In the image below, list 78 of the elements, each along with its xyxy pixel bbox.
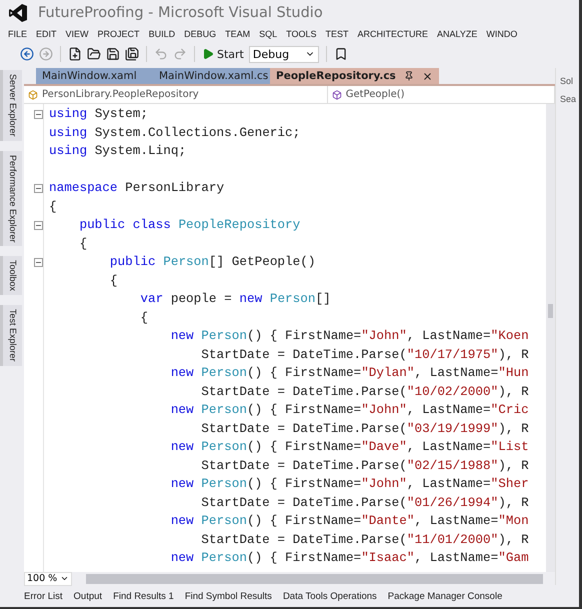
menu-item[interactable]: ARCHITECTURE xyxy=(358,29,428,39)
collapse-icon[interactable] xyxy=(34,258,43,267)
side-tab[interactable]: Toolbox xyxy=(0,256,22,296)
code-line: StartDate = DateTime.Parse("03/19/1999"), R xyxy=(200,420,529,438)
collapse-icon[interactable] xyxy=(34,220,43,230)
bottom-tab[interactable]: Output xyxy=(74,590,102,602)
menu-item[interactable]: PROJECT xyxy=(98,29,140,39)
menu-item[interactable]: EDIT xyxy=(36,29,57,39)
open-folder-icon[interactable] xyxy=(87,47,101,61)
code-line: { xyxy=(78,234,88,252)
menu-item[interactable]: TEAM xyxy=(225,29,250,39)
bottom-tab[interactable]: Find Results 1 xyxy=(113,590,174,602)
bottom-tab[interactable]: Data Tools Operations xyxy=(282,590,377,602)
save-icon[interactable] xyxy=(106,47,120,61)
menu-item[interactable]: SQL xyxy=(259,29,278,39)
back-icon[interactable] xyxy=(20,47,34,61)
menu-item[interactable]: WINDO xyxy=(486,29,518,39)
close-icon[interactable] xyxy=(422,70,433,82)
scroll-thumb[interactable] xyxy=(548,304,553,318)
zoom-dropdown[interactable]: 100 % xyxy=(24,572,72,586)
type-dropdown[interactable]: PersonLibrary.PeopleRepository xyxy=(24,86,328,103)
side-tab[interactable]: Performance Explorer xyxy=(0,150,22,246)
side-tab[interactable]: Test Explorer xyxy=(0,305,22,366)
document-tab[interactable]: PeopleRepository.cs xyxy=(270,68,439,84)
menu-item[interactable]: TOOLS xyxy=(286,29,316,39)
play-icon xyxy=(202,48,214,60)
panel-title: Sol xyxy=(560,76,574,86)
code-line: public class PeopleRepository xyxy=(78,216,302,234)
code-line: new Person() { FirstName="John", LastName="Koen xyxy=(170,327,529,345)
window-title: FutureProofing - Microsoft Visual Studio xyxy=(38,5,323,21)
code-line: new Person() { FirstName="John", LastName="Sher xyxy=(170,475,529,493)
code-line: new Person() { FirstName="Dave", LastName="List xyxy=(170,438,529,456)
document-tab[interactable]: MainWindow.xaml.cs xyxy=(153,68,270,84)
member-dropdown[interactable]: GetPeople() xyxy=(328,86,555,103)
code-line: { xyxy=(49,198,58,216)
menu-item[interactable]: VIEW xyxy=(66,29,89,39)
menu-item[interactable]: DEBUG xyxy=(184,29,216,39)
start-button[interactable]: Start xyxy=(202,48,244,60)
collapse-icon[interactable] xyxy=(34,184,43,193)
side-tab[interactable]: Server Explorer xyxy=(0,70,22,141)
code-line: var people = new Person[] xyxy=(139,290,332,308)
bottom-tab[interactable]: Error List xyxy=(24,590,63,602)
configuration-dropdown[interactable]: Debug xyxy=(248,46,319,62)
code-line: { xyxy=(139,308,149,326)
app-logo-icon xyxy=(8,3,28,23)
menu-item[interactable]: BUILD xyxy=(148,29,176,39)
new-file-icon[interactable] xyxy=(68,47,82,61)
search-field[interactable]: Sea xyxy=(560,94,579,104)
code-line: StartDate = DateTime.Parse("11/01/2000"), R xyxy=(200,530,529,548)
code-editor[interactable] xyxy=(24,104,546,572)
menu-item[interactable]: ANALYZE xyxy=(437,29,478,39)
code-line: using System.Linq; xyxy=(49,142,188,160)
code-line: StartDate = DateTime.Parse("02/15/1988"), R xyxy=(200,456,529,474)
code-line: using System; xyxy=(49,105,149,123)
bottom-tab[interactable]: Package Manager Console xyxy=(388,590,502,602)
code-line: new Person() { FirstName="John", LastName="Cric xyxy=(170,401,529,419)
horizontal-scrollbar[interactable] xyxy=(86,574,543,584)
code-line: public Person[] GetPeople() xyxy=(108,253,316,271)
caret-icon xyxy=(60,574,69,583)
collapse-icon[interactable] xyxy=(34,110,43,119)
code-line: StartDate = DateTime.Parse("10/02/2000"), R xyxy=(200,382,529,400)
code-line: namespace PersonLibrary xyxy=(49,179,226,197)
class-icon xyxy=(28,90,38,100)
save-all-icon[interactable] xyxy=(125,47,139,61)
method-icon xyxy=(332,90,342,100)
pin-icon[interactable] xyxy=(404,71,414,81)
code-line: using System.Collections.Generic; xyxy=(49,124,302,142)
bottom-tab[interactable]: Find Symbol Results xyxy=(184,590,272,602)
code-line: new Person() { FirstName="Isaac", LastName="Gam xyxy=(170,549,529,567)
document-tab[interactable]: MainWindow.xaml xyxy=(36,68,153,84)
code-line: StartDate = DateTime.Parse("01/26/1994"), R xyxy=(200,494,529,512)
code-line: { xyxy=(108,272,119,290)
code-line: new Person() { FirstName="Dylan", LastName="Hun xyxy=(170,364,529,382)
code-line: StartDate = DateTime.Parse("10/17/1975"), R xyxy=(200,346,529,364)
menu-item[interactable]: TEST xyxy=(325,29,348,39)
menu-item[interactable]: FILE xyxy=(8,29,28,39)
code-line: new Person() { FirstName="Dante", LastName="Mon xyxy=(170,512,529,530)
bookmark-icon[interactable] xyxy=(334,47,348,61)
